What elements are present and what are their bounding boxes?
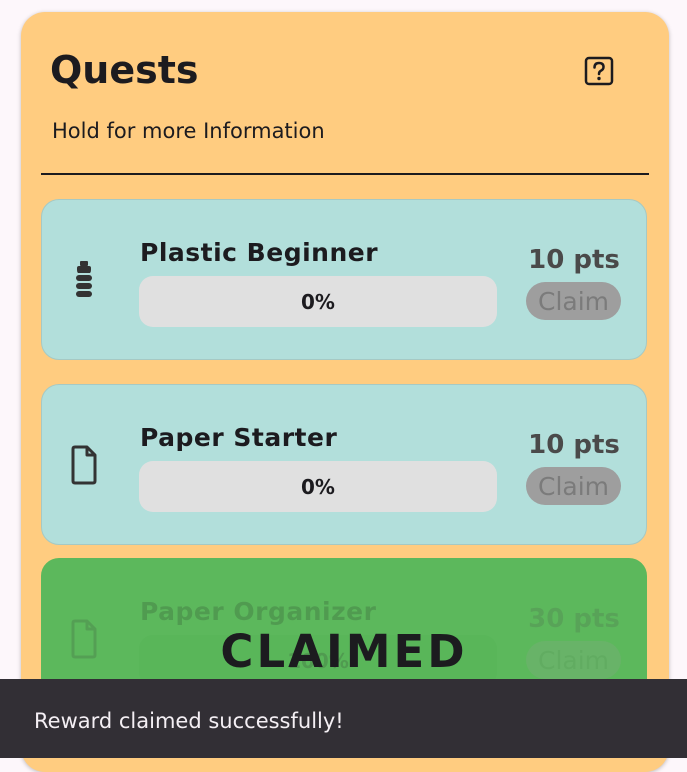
progress-label: 0% bbox=[301, 289, 335, 314]
snackbar: Reward claimed successfully! bbox=[0, 679, 687, 758]
points-label: 10 pts bbox=[528, 245, 620, 275]
help-box-icon bbox=[584, 56, 614, 86]
points-label: 10 pts bbox=[528, 430, 620, 460]
plastic-bottle-icon bbox=[69, 258, 99, 302]
claim-button[interactable]: Claim bbox=[526, 282, 621, 320]
progress-bar: 0% bbox=[139, 461, 497, 512]
quest-name: Plastic Beginner bbox=[140, 238, 379, 267]
progress-label: 0% bbox=[301, 474, 335, 499]
snackbar-message: Reward claimed successfully! bbox=[34, 708, 344, 733]
help-button[interactable] bbox=[584, 56, 614, 86]
quest-name: Paper Organizer bbox=[140, 597, 377, 626]
subtitle-hint: Hold for more Information bbox=[52, 119, 325, 143]
claimed-overlay-label: CLAIMED bbox=[220, 625, 468, 678]
quest-card-paper-starter[interactable]: Paper Starter 0% 10 pts Claim bbox=[41, 384, 647, 545]
progress-bar: 0% bbox=[139, 276, 497, 327]
document-icon bbox=[69, 443, 99, 487]
claim-button[interactable]: Claim bbox=[526, 467, 621, 505]
quest-name: Paper Starter bbox=[140, 423, 338, 452]
quest-card-plastic-beginner[interactable]: Plastic Beginner 0% 10 pts Claim bbox=[41, 199, 647, 360]
page-title: Quests bbox=[50, 48, 199, 92]
divider bbox=[41, 173, 649, 175]
quests-panel: Quests Hold for more Information Plastic… bbox=[21, 12, 669, 772]
